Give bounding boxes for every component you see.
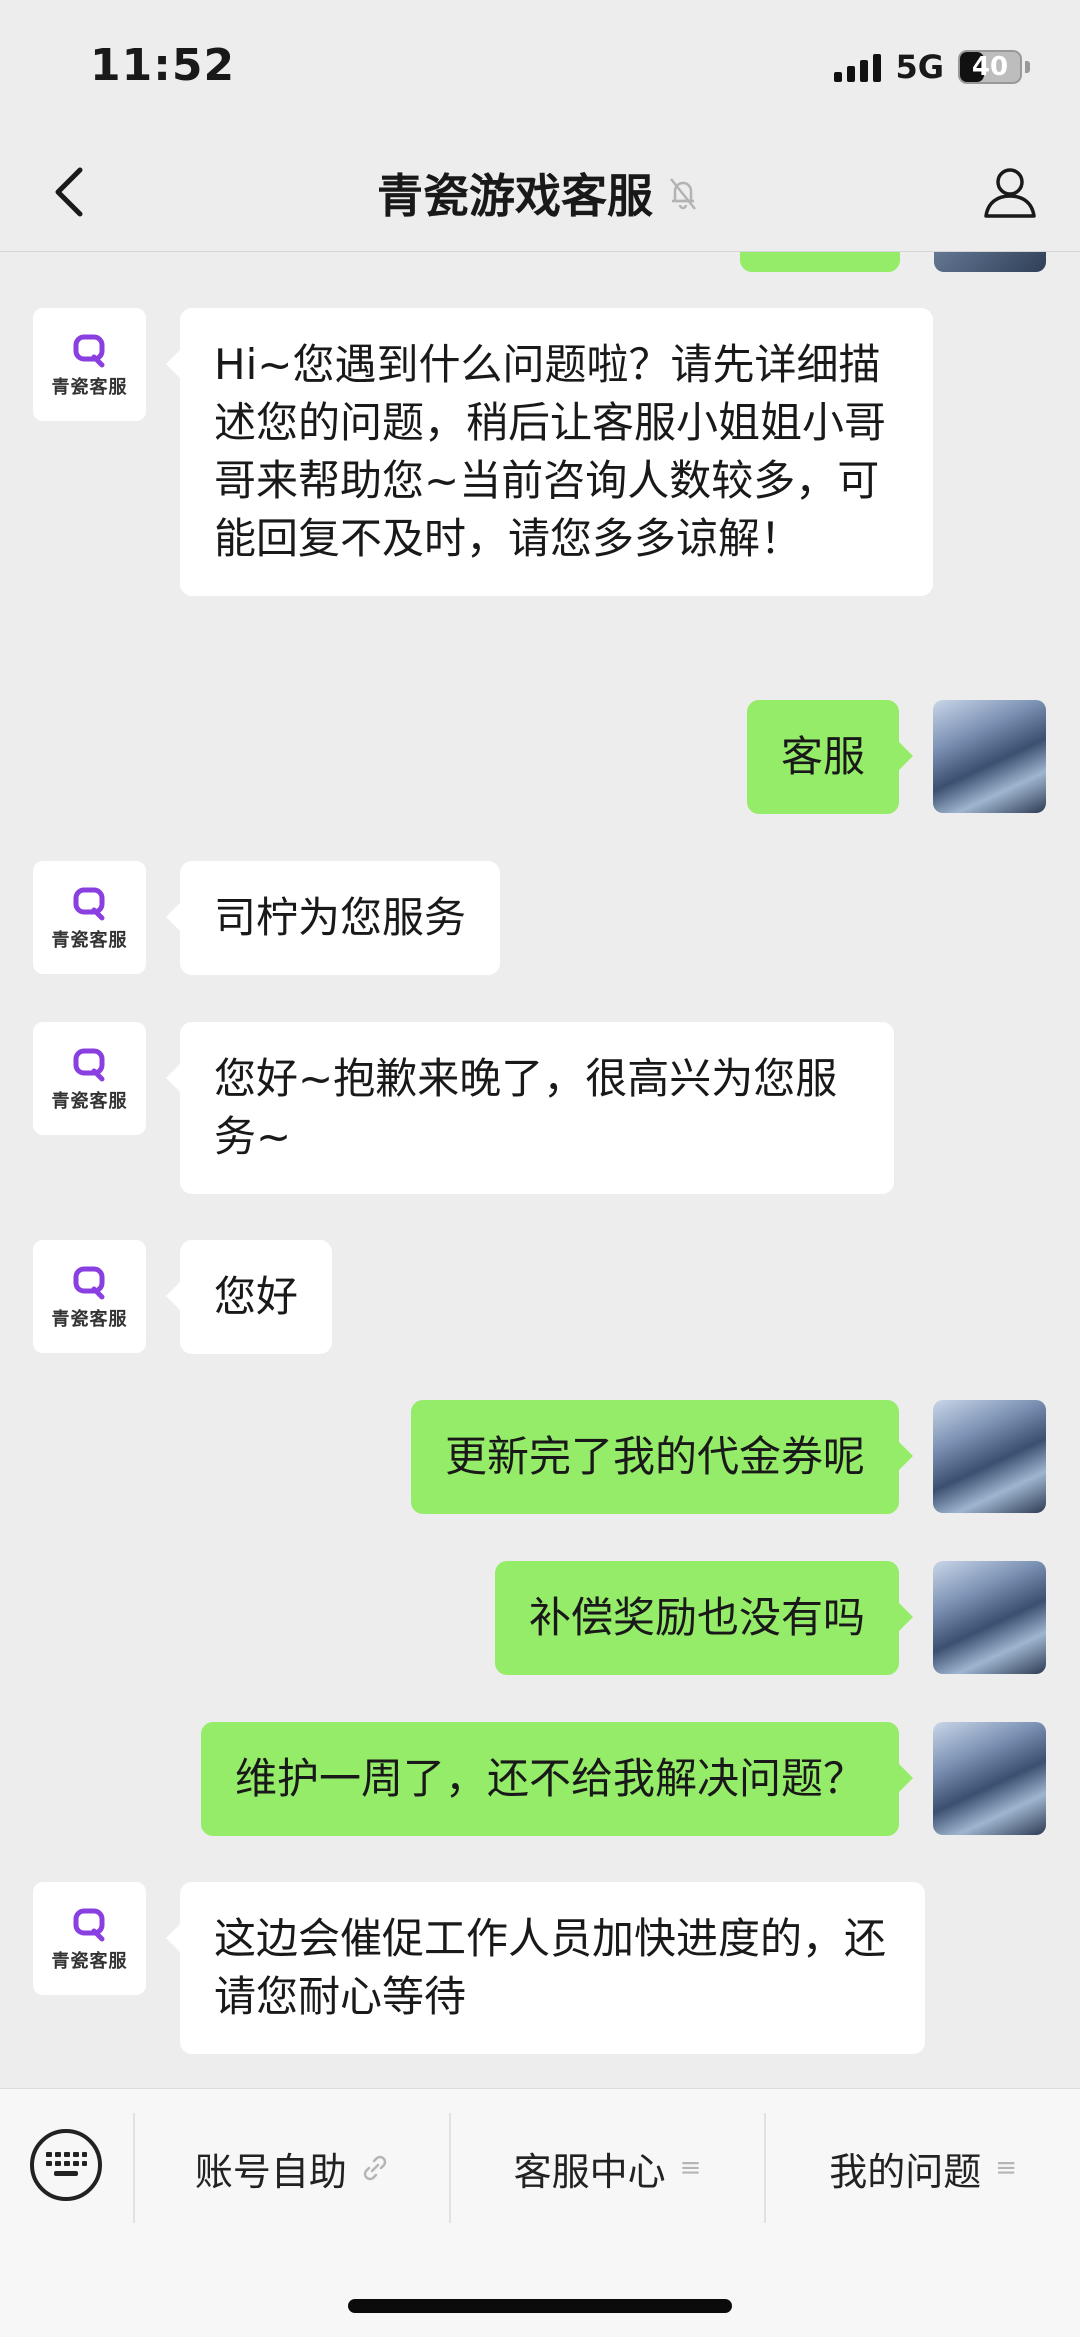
keyboard-icon — [46, 2152, 87, 2176]
network-type: 5G — [895, 48, 944, 86]
menu-lines-icon: ≡ — [679, 2153, 702, 2183]
menu-lines-icon: ≡ — [995, 2153, 1018, 2183]
message-bubble[interactable]: 司柠为您服务 — [165, 861, 501, 975]
message-row: 客服 — [746, 700, 1046, 814]
message-row: 更新完了我的代金券呢 — [410, 1400, 1046, 1514]
logo-text: 青瓷客服 — [51, 1308, 128, 1330]
home-indicator[interactable] — [348, 2299, 732, 2313]
message-row: 青瓷客服 您好~抱歉来晚了，很高兴为您服务~ — [33, 1022, 894, 1194]
profile-button[interactable] — [970, 152, 1050, 232]
chat-title: 青瓷游戏客服 — [377, 169, 653, 223]
logo-text: 青瓷客服 — [51, 376, 128, 398]
message-row: 补偿奖励也没有吗 — [494, 1561, 1046, 1675]
message-row: 青瓷客服 Hi~您遇到什么问题啦？请先详细描述您的问题，稍后让客服小姐姐小哥哥来… — [33, 308, 933, 596]
previous-message-bubble — [740, 252, 900, 272]
keyboard-button[interactable] — [30, 2129, 102, 2201]
message-bubble[interactable]: 维护一周了，还不给我解决问题？ — [200, 1722, 914, 1836]
logo-q-icon — [73, 334, 104, 367]
message-bubble[interactable]: 您好 — [165, 1240, 333, 1354]
user-avatar[interactable] — [933, 700, 1046, 813]
link-icon — [363, 2155, 387, 2181]
message-bubble[interactable]: 您好~抱歉来晚了，很高兴为您服务~ — [166, 1022, 894, 1194]
message-row: 青瓷客服 您好 — [33, 1240, 333, 1354]
signal-icon — [834, 52, 882, 82]
service-avatar[interactable]: 青瓷客服 — [33, 308, 146, 421]
logo-q-icon — [73, 1908, 104, 1941]
logo-q-icon — [73, 887, 104, 920]
person-icon — [984, 168, 1036, 218]
message-bubble[interactable]: 补偿奖励也没有吗 — [494, 1561, 914, 1675]
user-avatar[interactable] — [933, 1400, 1046, 1513]
message-row: 青瓷客服 这边会催促工作人员加快进度的，还请您耐心等待 — [33, 1882, 925, 2054]
user-avatar[interactable] — [933, 1722, 1046, 1835]
status-time: 11:52 — [90, 40, 236, 91]
status-bar: 11:52 5G 40 — [0, 0, 1080, 130]
message-bubble[interactable]: Hi~您遇到什么问题啦？请先详细描述您的问题，稍后让客服小姐姐小哥哥来帮助您~当… — [166, 308, 933, 596]
menu-service-center[interactable]: 客服中心 ≡ — [448, 2113, 765, 2223]
user-avatar[interactable] — [934, 252, 1046, 272]
logo-q-icon — [73, 1266, 104, 1299]
battery-icon: 40 — [958, 50, 1022, 84]
service-avatar[interactable]: 青瓷客服 — [33, 861, 146, 974]
menu-item-label: 客服中心 — [513, 2149, 666, 2194]
chat-area[interactable]: 青瓷客服 Hi~您遇到什么问题啦？请先详细描述您的问题，稍后让客服小姐姐小哥哥来… — [0, 252, 1080, 2088]
message-bubble[interactable]: 更新完了我的代金券呢 — [410, 1400, 914, 1514]
message-bubble[interactable]: 这边会催促工作人员加快进度的，还请您耐心等待 — [166, 1882, 925, 2054]
logo-text: 青瓷客服 — [51, 929, 128, 951]
menu-my-questions[interactable]: 我的问题 ≡ — [764, 2113, 1080, 2223]
bell-off-icon — [670, 178, 696, 210]
nav-bar: 青瓷游戏客服 — [0, 130, 1080, 252]
logo-text: 青瓷客服 — [51, 1950, 128, 1972]
battery-level: 40 — [971, 52, 1009, 82]
message-row: 维护一周了，还不给我解决问题？ — [200, 1722, 1046, 1836]
menu-item-label: 账号自助 — [194, 2149, 347, 2194]
menu-item-label: 我的问题 — [829, 2149, 982, 2194]
message-bubble[interactable]: 客服 — [746, 700, 914, 814]
logo-q-icon — [73, 1048, 104, 1081]
status-indicators: 5G 40 — [834, 48, 1030, 86]
logo-text: 青瓷客服 — [51, 1090, 128, 1112]
service-avatar[interactable]: 青瓷客服 — [33, 1882, 146, 1995]
service-avatar[interactable]: 青瓷客服 — [33, 1240, 146, 1353]
menu-account-self-service[interactable]: 账号自助 — [133, 2113, 449, 2223]
user-avatar[interactable] — [933, 1561, 1046, 1674]
service-avatar[interactable]: 青瓷客服 — [33, 1022, 146, 1135]
message-row: 青瓷客服 司柠为您服务 — [33, 861, 501, 975]
